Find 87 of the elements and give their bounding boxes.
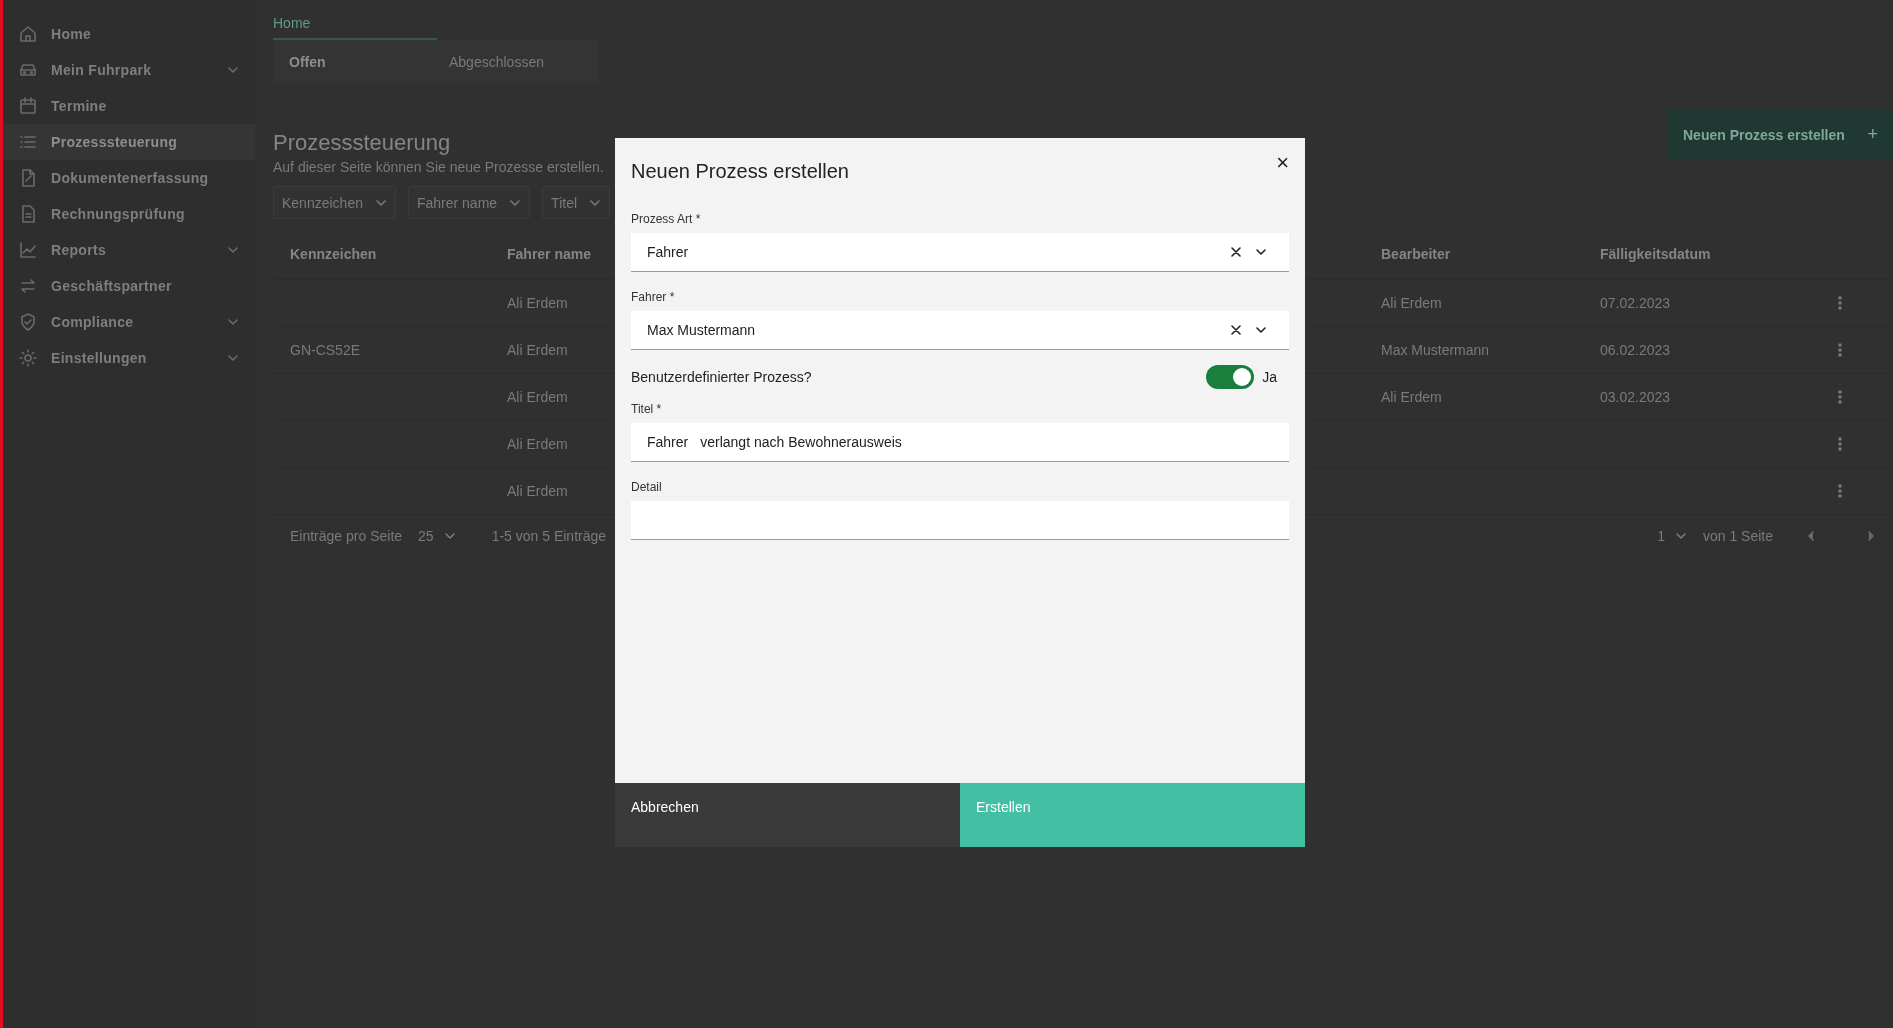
table-cell: 06.02.2023: [1600, 342, 1671, 358]
settings-icon: [18, 348, 38, 368]
sidebar-label: Reports: [51, 242, 107, 258]
column-header: Kennzeichen: [290, 246, 377, 262]
cancel-button[interactable]: Abbrechen: [615, 783, 960, 847]
filter-dropdown[interactable]: Kennzeichen: [273, 186, 396, 219]
table-cell: Ali Erdem: [1381, 295, 1442, 311]
sidebar-item[interactable]: Termine: [3, 88, 255, 124]
page-title: Prozesssteuerung: [273, 130, 452, 156]
chevron-icon: [227, 64, 239, 76]
chevron-icon: [1255, 246, 1267, 258]
chevron-icon: [227, 316, 239, 328]
chevron-icon: [227, 244, 239, 256]
table-cell: Ali Erdem: [507, 436, 568, 452]
create-button[interactable]: Erstellen: [960, 783, 1305, 847]
toggle-label: Benutzerdefinierter Prozess?: [631, 369, 812, 385]
home-icon: [18, 24, 38, 44]
sidebar-item[interactable]: Prozesssteuerung: [3, 124, 255, 160]
breadcrumb-link[interactable]: Home: [273, 15, 311, 31]
clear-icon: [1231, 325, 1241, 335]
more-icon: [1838, 296, 1842, 310]
entries-range: 1-5 von 5 Einträge: [491, 528, 607, 544]
sidebar-label: Home: [51, 26, 93, 42]
column-header: Fahrer name: [507, 246, 592, 262]
sidebar-item[interactable]: Compliance: [3, 304, 255, 340]
more-icon: [1838, 390, 1842, 404]
column-header: Fälligkeitsdatum: [1600, 246, 1711, 262]
sidebar-item[interactable]: Home: [3, 16, 255, 52]
input-field[interactable]: Fahrer verlangt nach Bewohnerausweis: [631, 423, 1289, 462]
per-page-select[interactable]: 25: [418, 528, 456, 544]
sidebar-label: Mein Fuhrpark: [51, 62, 153, 78]
sidebar-label: Einstellungen: [51, 350, 148, 366]
filter-dropdown[interactable]: Titel: [542, 186, 611, 219]
table-cell: Ali Erdem: [1381, 389, 1442, 405]
shield-icon: [18, 312, 38, 332]
per-page-label: Einträge pro Seite: [290, 528, 403, 544]
filter-dropdown[interactable]: Fahrer name: [407, 186, 531, 219]
chevron-icon: [227, 352, 239, 364]
field-label: Detail: [631, 480, 663, 496]
close-button[interactable]: ×: [1276, 152, 1289, 174]
sidebar-item[interactable]: Geschäftspartner: [3, 268, 255, 304]
more-icon: [1838, 343, 1842, 357]
sidebar-label: Termine: [51, 98, 108, 114]
sidebar-item[interactable]: Rechnungsprüfung: [3, 196, 255, 232]
sidebar-item[interactable]: Mein Fuhrpark: [3, 52, 255, 88]
create-button[interactable]: Neuen Prozess erstellen +: [1668, 110, 1893, 159]
arrows-icon: [18, 276, 38, 296]
toggle-switch[interactable]: [1206, 365, 1255, 389]
table-cell: Ali Erdem: [507, 389, 568, 405]
calendar-icon: [18, 96, 38, 116]
chevron-icon: [1674, 530, 1687, 542]
page-select[interactable]: 1: [1657, 528, 1687, 544]
select-field[interactable]: Fahrer: [631, 233, 1289, 272]
table-cell: 07.02.2023: [1600, 295, 1671, 311]
chevron-icon: [1255, 324, 1267, 336]
sidebar-label: Rechnungsprüfung: [51, 206, 186, 222]
chevron-icon: [443, 530, 456, 542]
column-header: Bearbeiter: [1381, 246, 1451, 262]
sidebar-item[interactable]: Einstellungen: [3, 340, 255, 376]
input-prefix: Fahrer: [647, 434, 689, 450]
tab[interactable]: Offen: [273, 40, 433, 84]
sidebar-item[interactable]: Dokumentenerfassung: [3, 160, 255, 196]
dialog-title: Neuen Prozess erstellen: [631, 159, 849, 183]
field-label: Fahrer *: [631, 290, 676, 306]
sidebar-label: Prozesssteuerung: [51, 134, 179, 150]
chart-icon: [18, 240, 38, 260]
tab[interactable]: Abgeschlossen: [433, 40, 593, 84]
table-cell: Max Mustermann: [1381, 342, 1490, 358]
field-label: Prozess Art *: [631, 212, 702, 228]
page-count: von 1 Seite: [1702, 528, 1773, 544]
sidebar-item[interactable]: Reports: [3, 232, 255, 268]
sidebar-label: Dokumentenerfassung: [51, 170, 210, 186]
more-icon: [1838, 437, 1842, 451]
table-cell: Ali Erdem: [507, 295, 568, 311]
table-cell: GN-CS52E: [290, 342, 361, 358]
clear-icon: [1231, 247, 1241, 257]
table-cell: Ali Erdem: [507, 483, 568, 499]
toggle-state: Ja: [1262, 369, 1277, 385]
sidebar-label: Compliance: [51, 314, 135, 330]
table-cell: 03.02.2023: [1600, 389, 1671, 405]
sidebar-label: Geschäftspartner: [51, 278, 173, 294]
field-label: Titel *: [631, 402, 663, 418]
page-subtitle: Auf dieser Seite können Sie neue Prozesse erstellen.: [273, 159, 604, 175]
more-icon: [1838, 484, 1842, 498]
select-field[interactable]: Max Mustermann: [631, 311, 1289, 350]
table-cell: Ali Erdem: [507, 342, 568, 358]
input-field[interactable]: [631, 501, 1289, 540]
